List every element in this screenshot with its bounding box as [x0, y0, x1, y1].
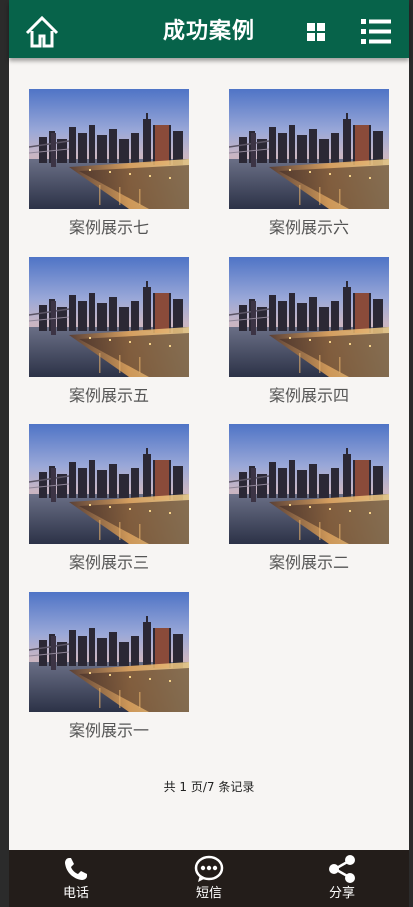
case-thumbnail[interactable]	[29, 89, 189, 209]
case-label[interactable]: 案例展示七	[29, 217, 189, 239]
phone-icon	[65, 858, 87, 880]
case-label[interactable]: 案例展示三	[29, 552, 189, 574]
page-title: 成功案例	[162, 19, 255, 44]
pagination-info: 共 1 页/7 条记录	[163, 780, 255, 794]
case-item[interactable]: 案例展示一	[29, 592, 189, 752]
case-label[interactable]: 案例展示二	[229, 552, 389, 574]
case-thumbnail[interactable]	[229, 89, 389, 209]
case-thumbnail[interactable]	[29, 257, 189, 377]
case-thumbnail[interactable]	[29, 424, 189, 544]
list-icon[interactable]	[361, 18, 391, 45]
sms-icon	[194, 855, 224, 882]
sms-button[interactable]: 短信	[142, 850, 276, 907]
case-item[interactable]: 案例展示二	[229, 424, 389, 584]
sms-label: 短信	[195, 886, 222, 901]
case-item[interactable]: 案例展示六	[229, 89, 389, 249]
bottom-bar: 电话 短信 分享	[9, 850, 409, 907]
case-label[interactable]: 案例展示四	[229, 385, 389, 407]
case-thumbnail[interactable]	[229, 424, 389, 544]
top-header: 成功案例	[9, 0, 409, 58]
phone-label: 电话	[62, 886, 89, 901]
case-item[interactable]: 案例展示三	[29, 424, 189, 584]
grid-icon[interactable]	[307, 23, 325, 41]
case-item[interactable]: 案例展示七	[29, 89, 189, 249]
case-thumbnail[interactable]	[29, 592, 189, 712]
case-item[interactable]: 案例展示五	[29, 257, 189, 417]
case-label[interactable]: 案例展示六	[229, 217, 389, 239]
case-label[interactable]: 案例展示一	[29, 720, 189, 742]
share-icon	[329, 855, 355, 883]
case-thumbnail[interactable]	[229, 257, 389, 377]
case-item[interactable]: 案例展示四	[229, 257, 389, 417]
case-label[interactable]: 案例展示五	[29, 385, 189, 407]
page-frame: 成功案例 案例展示七 案例展示六 案例展示五 案例展示四 案例展示三 案例展示二…	[9, 0, 409, 907]
share-label: 分享	[328, 886, 355, 901]
phone-button[interactable]: 电话	[9, 850, 143, 907]
share-button[interactable]: 分享	[275, 850, 409, 907]
